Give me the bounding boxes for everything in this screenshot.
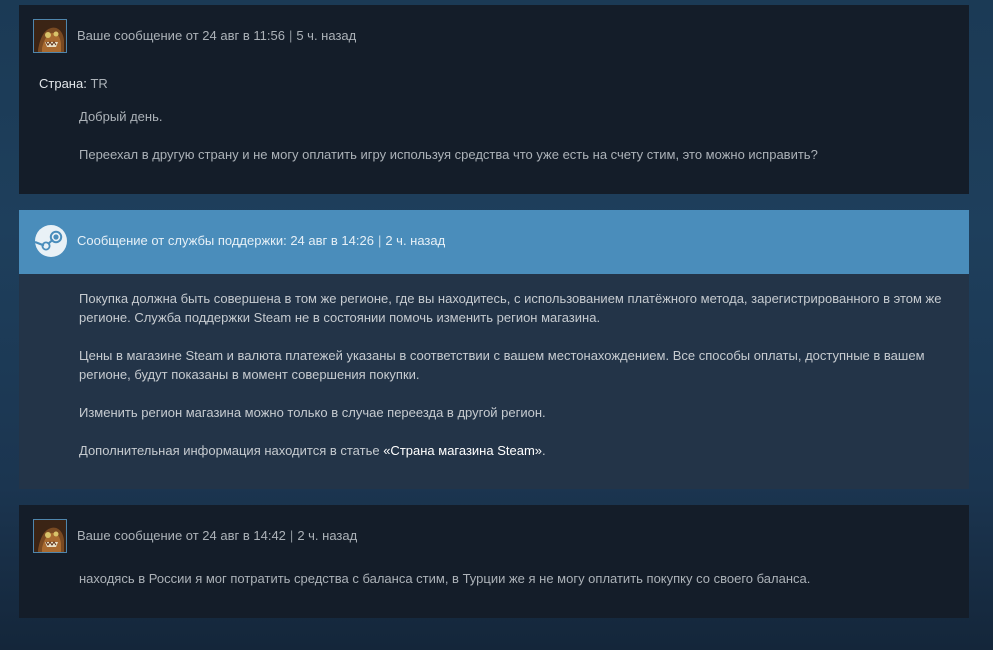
message-header-text: Ваше сообщение от 24 авг в 14:42 | 2 ч. на… xyxy=(77,528,357,543)
message-header: Ваше сообщение от 24 авг в 11:56 | 5 ч. на… xyxy=(19,5,969,69)
message-body: Добрый день. Переехал в другую страну и … xyxy=(79,107,949,164)
support-message-card: Сообщение от службы поддержки: 24 авг в … xyxy=(19,210,969,489)
separator: | xyxy=(377,233,382,248)
store-country-article-link[interactable]: «Страна магазина Steam» xyxy=(383,443,542,458)
message-header-text: Ваше сообщение от 24 авг в 11:56 | 5 ч. на… xyxy=(77,28,356,43)
message-author: Сообщение от службы поддержки: 24 авг в … xyxy=(77,233,374,248)
message-header: Ваше сообщение от 24 авг в 14:42 | 2 ч. на… xyxy=(19,505,969,569)
steam-logo-icon xyxy=(34,225,67,257)
message-paragraph: находясь в России я мог потратить средст… xyxy=(79,571,811,586)
message-time-ago: 2 ч. назад xyxy=(297,528,358,543)
country-value: TR xyxy=(90,76,108,91)
separator: | xyxy=(288,28,293,43)
message-time-ago: 2 ч. назад xyxy=(385,233,446,248)
user-message-card: Ваше сообщение от 24 авг в 11:56 | 5 ч. на… xyxy=(19,5,969,194)
user-avatar-icon[interactable] xyxy=(33,519,67,553)
message-paragraph: Добрый день. xyxy=(79,109,163,124)
separator: | xyxy=(289,528,294,543)
message-paragraph: Покупка должна быть совершена в том же р… xyxy=(79,291,942,325)
message-paragraph: Изменить регион магазина можно только в … xyxy=(79,405,546,420)
message-paragraph: Цены в магазине Steam и валюта платежей … xyxy=(79,348,925,382)
country-line: Страна: TR xyxy=(39,76,108,91)
link-prefix: Дополнительная информация находится в ст… xyxy=(79,443,384,458)
message-body: Покупка должна быть совершена в том же р… xyxy=(79,289,949,460)
message-header-text: Сообщение от службы поддержки: 24 авг в … xyxy=(77,233,445,248)
user-avatar-icon[interactable] xyxy=(33,19,67,53)
country-label: Страна: xyxy=(39,76,87,91)
link-suffix: . xyxy=(542,443,546,458)
message-author: Ваше сообщение от 24 авг в 11:56 xyxy=(77,28,285,43)
message-body: находясь в России я мог потратить средст… xyxy=(79,569,949,588)
message-paragraph: Переехал в другую страну и не могу оплат… xyxy=(79,147,818,162)
message-author: Ваше сообщение от 24 авг в 14:42 xyxy=(77,528,286,543)
message-paragraph: Дополнительная информация находится в ст… xyxy=(79,441,949,460)
message-time-ago: 5 ч. назад xyxy=(296,28,357,43)
user-message-card: Ваше сообщение от 24 авг в 14:42 | 2 ч. на… xyxy=(19,505,969,618)
message-header: Сообщение от службы поддержки: 24 авг в … xyxy=(19,210,969,274)
